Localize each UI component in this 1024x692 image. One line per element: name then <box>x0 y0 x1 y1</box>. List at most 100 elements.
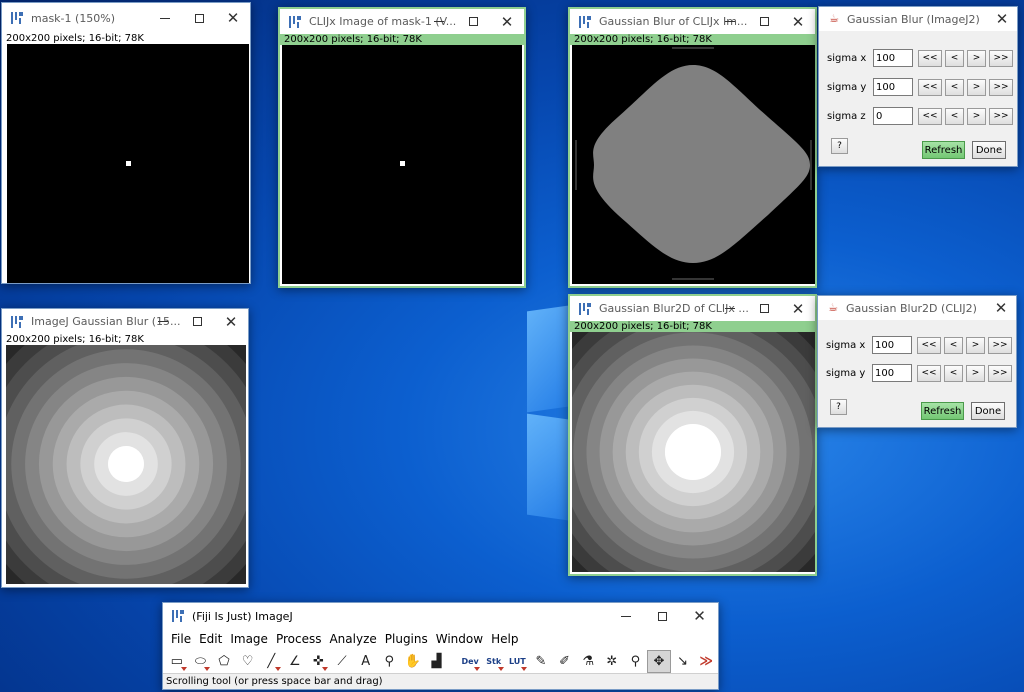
close-button[interactable]: ✕ <box>987 7 1017 31</box>
param-input[interactable] <box>872 364 912 382</box>
menu-analyze[interactable]: Analyze <box>325 632 380 646</box>
clij-window-titlebar[interactable]: CLIJx Image of mask-1 (V... ✕ <box>280 9 524 34</box>
close-button[interactable]: ✕ <box>216 3 250 33</box>
done-button[interactable]: Done <box>971 402 1005 420</box>
maximize-button[interactable] <box>644 603 681 629</box>
step-back-button[interactable]: < <box>944 364 963 382</box>
step-back-button[interactable]: < <box>944 336 963 354</box>
close-button[interactable]: ✕ <box>681 603 718 629</box>
color-picker-tool-button[interactable]: ▟ <box>425 650 449 673</box>
step-forward-button[interactable]: > <box>967 49 986 67</box>
clij-image-window[interactable]: CLIJx Image of mask-1 (V... ✕ 200x200 pi… <box>278 7 526 288</box>
minimize-button[interactable] <box>148 3 182 33</box>
freehand-tool-button[interactable]: ♡ <box>236 650 260 673</box>
refresh-button[interactable]: Refresh <box>922 141 965 159</box>
gaussian-blur2d-clij2-dialog[interactable]: ☕ Gaussian Blur2D (CLIJ2) ✕ sigma x<<<>>… <box>817 295 1017 428</box>
step-fast-back-button[interactable]: << <box>918 107 942 125</box>
gaussian-clij-window[interactable]: Gaussian Blur of CLIJx Im... ✕ 200x200 p… <box>568 7 817 288</box>
image-canvas[interactable] <box>282 45 522 284</box>
mask-image-window[interactable]: mask-1 (150%) ✕ 200x200 pixels; 16-bit; … <box>1 2 251 284</box>
polygon-tool-button[interactable]: ⬠ <box>212 650 236 673</box>
close-button[interactable]: ✕ <box>490 9 524 34</box>
dev-tool-button[interactable]: Dev <box>458 650 482 673</box>
flood-fill-tool-button[interactable]: ⚗ <box>576 650 600 673</box>
param-input[interactable] <box>872 336 912 354</box>
close-button[interactable]: ✕ <box>781 9 815 34</box>
image-canvas[interactable] <box>572 45 815 284</box>
menu-help[interactable]: Help <box>487 632 522 646</box>
close-button[interactable]: ✕ <box>986 296 1016 320</box>
point-tool-button[interactable]: ✜ <box>307 650 331 673</box>
dialog-titlebar[interactable]: ☕ Gaussian Blur2D (CLIJ2) ✕ <box>818 296 1016 320</box>
line-tool-button[interactable]: ╱ <box>259 650 283 673</box>
minimize-button[interactable] <box>607 603 644 629</box>
menu-file[interactable]: File <box>167 632 195 646</box>
step-back-button[interactable]: < <box>945 78 964 96</box>
step-fast-forward-button[interactable]: >> <box>989 107 1013 125</box>
step-fast-back-button[interactable]: << <box>917 336 941 354</box>
gaussian-clij-titlebar[interactable]: Gaussian Blur of CLIJx Im... ✕ <box>570 9 815 34</box>
refresh-button[interactable]: Refresh <box>921 402 964 420</box>
gaussian2d-clij-window[interactable]: Gaussian Blur2D of CLIJx ... ✕ 200x200 p… <box>568 294 817 576</box>
maximize-button[interactable] <box>456 9 490 34</box>
lut-tool-button[interactable]: LUT <box>506 650 530 673</box>
help-button[interactable]: ? <box>830 399 847 415</box>
step-back-button[interactable]: < <box>945 49 964 67</box>
menu-edit[interactable]: Edit <box>195 632 226 646</box>
fiji-main-window[interactable]: (Fiji Is Just) ImageJ ✕ File Edit Image Pro… <box>162 602 719 690</box>
dialog-titlebar[interactable]: ☕ Gaussian Blur (ImageJ2) ✕ <box>819 7 1017 31</box>
image-canvas[interactable] <box>6 345 246 584</box>
step-forward-button[interactable]: > <box>966 336 985 354</box>
oval-tool-button[interactable]: ⬭ <box>189 650 213 673</box>
image-canvas[interactable] <box>572 332 815 572</box>
angle-tool-button[interactable]: ∠ <box>283 650 307 673</box>
scrolling-tool-button[interactable]: ✥ <box>647 649 671 673</box>
minimize-button[interactable] <box>146 309 180 334</box>
mask-window-titlebar[interactable]: mask-1 (150%) ✕ <box>2 3 250 33</box>
arrow-tool-button[interactable]: ↘ <box>671 650 695 673</box>
close-button[interactable]: ✕ <box>781 296 815 321</box>
close-button[interactable]: ✕ <box>214 309 248 334</box>
step-forward-button[interactable]: > <box>966 364 985 382</box>
imagej-gaussian-titlebar[interactable]: ImageJ Gaussian Blur (15... ✕ <box>2 309 248 334</box>
done-button[interactable]: Done <box>972 141 1006 159</box>
step-fast-back-button[interactable]: << <box>918 49 942 67</box>
gaussian-blur-imagej2-dialog[interactable]: ☕ Gaussian Blur (ImageJ2) ✕ sigma x<<<>>… <box>818 6 1018 167</box>
gaussian2d-titlebar[interactable]: Gaussian Blur2D of CLIJx ... ✕ <box>570 296 815 321</box>
minimize-button[interactable] <box>422 9 456 34</box>
maximize-button[interactable] <box>747 9 781 34</box>
more-tools-button[interactable]: ≫ <box>694 650 718 673</box>
text-tool-button[interactable]: A <box>354 650 378 673</box>
stk-tool-button[interactable]: Stk <box>482 650 506 673</box>
step-fast-forward-button[interactable]: >> <box>988 364 1012 382</box>
minimize-button[interactable] <box>713 296 747 321</box>
hand-tool-button[interactable]: ✋ <box>401 650 425 673</box>
wand-tool-button[interactable]: ⟋ <box>330 650 354 673</box>
rectangle-tool-button[interactable]: ▭ <box>165 650 189 673</box>
menu-plugins[interactable]: Plugins <box>381 632 432 646</box>
menu-image[interactable]: Image <box>226 632 272 646</box>
image-canvas[interactable] <box>7 44 249 283</box>
maximize-button[interactable] <box>180 309 214 334</box>
maximize-button[interactable] <box>182 3 216 33</box>
step-forward-button[interactable]: > <box>967 107 986 125</box>
param-input[interactable] <box>873 107 913 125</box>
imagej-gaussian-window[interactable]: ImageJ Gaussian Blur (15... ✕ 200x200 pi… <box>1 308 249 588</box>
pencil-tool-button[interactable]: ✎ <box>529 650 553 673</box>
menu-window[interactable]: Window <box>432 632 487 646</box>
step-fast-forward-button[interactable]: >> <box>988 336 1012 354</box>
step-back-button[interactable]: < <box>945 107 964 125</box>
brush-tool-button[interactable]: ✐ <box>553 650 577 673</box>
help-button[interactable]: ? <box>831 138 848 154</box>
maximize-button[interactable] <box>747 296 781 321</box>
step-fast-forward-button[interactable]: >> <box>989 49 1013 67</box>
step-forward-button[interactable]: > <box>967 78 986 96</box>
zoom-tool-button[interactable]: ⚲ <box>624 650 648 673</box>
menu-process[interactable]: Process <box>272 632 326 646</box>
spray-tool-button[interactable]: ✲ <box>600 650 624 673</box>
param-input[interactable] <box>873 78 913 96</box>
magnifier-tool-button[interactable]: ⚲ <box>377 650 401 673</box>
fiji-titlebar[interactable]: (Fiji Is Just) ImageJ ✕ <box>163 603 718 629</box>
step-fast-back-button[interactable]: << <box>918 78 942 96</box>
step-fast-forward-button[interactable]: >> <box>989 78 1013 96</box>
